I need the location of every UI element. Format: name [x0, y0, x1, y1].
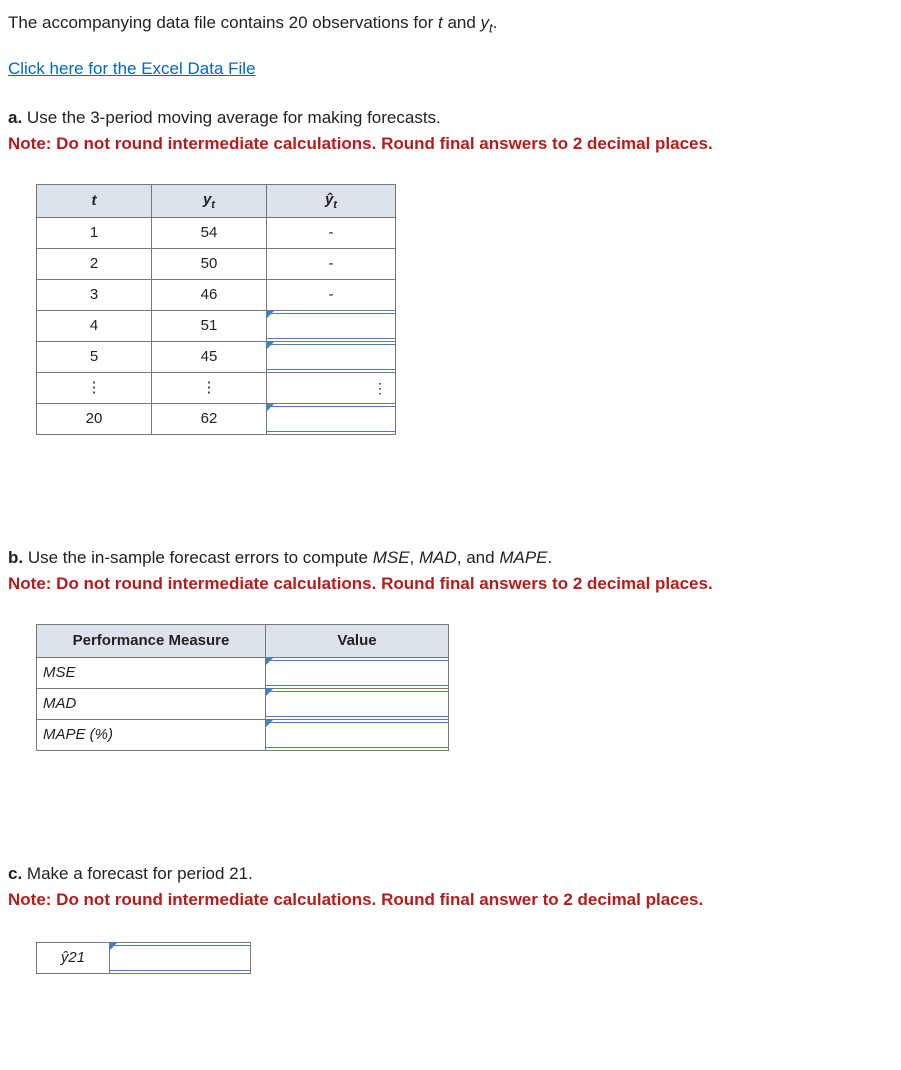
table-row: 3 46 -: [37, 280, 396, 311]
table-row: ⋮ ⋮ ⋮: [37, 373, 396, 404]
input-marker-icon: [266, 341, 275, 350]
yhat-input-20[interactable]: [267, 406, 395, 432]
table-row: MAD: [37, 689, 449, 720]
table-a: t yt ŷt 1 54 - 2 50 - 3 46 - 4 51: [36, 184, 396, 435]
header-performance-measure: Performance Measure: [37, 625, 266, 658]
mape-input[interactable]: [266, 722, 448, 748]
mad-input[interactable]: [266, 691, 448, 717]
table-row: MAPE (%): [37, 720, 449, 751]
header-t: t: [37, 185, 152, 218]
cell-yhat-input: [267, 342, 396, 373]
forecast-label: ŷ21: [37, 943, 110, 974]
cell-yt: 50: [152, 249, 267, 280]
cell-yhat: -: [267, 280, 396, 311]
header-value: Value: [266, 625, 449, 658]
cell-t: 3: [37, 280, 152, 311]
forecast-input-cell: [110, 943, 251, 974]
input-marker-icon: [265, 657, 274, 666]
table-b: Performance Measure Value MSE MAD MAPE (…: [36, 624, 449, 751]
cell-t: 2: [37, 249, 152, 280]
yhat-input-5[interactable]: [267, 344, 395, 370]
cell-yhat: -: [267, 218, 396, 249]
cell-yt: 54: [152, 218, 267, 249]
cell-yt-vdot: ⋮: [152, 373, 267, 404]
cell-value-input: [266, 658, 449, 689]
mse-input[interactable]: [266, 660, 448, 686]
intro-text: The accompanying data file contains 20 o…: [8, 10, 893, 38]
input-marker-icon: [265, 719, 274, 728]
header-yhat: ŷt: [267, 185, 396, 218]
input-marker-icon: [109, 942, 118, 951]
part-c-note: Note: Do not round intermediate calculat…: [8, 890, 703, 909]
cell-yhat: -: [267, 249, 396, 280]
cell-yt: 62: [152, 404, 267, 435]
excel-data-link[interactable]: Click here for the Excel Data File: [8, 56, 256, 82]
table-row: 20 62: [37, 404, 396, 435]
part-b-prompt: b. Use the in-sample forecast errors to …: [8, 545, 893, 596]
part-a-note: Note: Do not round intermediate calculat…: [8, 134, 713, 153]
cell-t: 4: [37, 311, 152, 342]
cell-measure-label: MSE: [37, 658, 266, 689]
header-yt: yt: [152, 185, 267, 218]
cell-yhat-input: [267, 404, 396, 435]
cell-yhat-vdot: ⋮: [267, 373, 396, 404]
input-marker-icon: [266, 310, 275, 319]
table-row: 5 45: [37, 342, 396, 373]
cell-t: 1: [37, 218, 152, 249]
part-a-prompt: a. Use the 3-period moving average for m…: [8, 105, 893, 156]
table-row: 2 50 -: [37, 249, 396, 280]
section-a: a. Use the 3-period moving average for m…: [8, 105, 893, 435]
cell-measure-label: MAPE (%): [37, 720, 266, 751]
input-marker-icon: [265, 688, 274, 697]
cell-yt: 51: [152, 311, 267, 342]
part-b-note: Note: Do not round intermediate calculat…: [8, 574, 713, 593]
cell-t-vdot: ⋮: [37, 373, 152, 404]
table-row: ŷ21: [37, 943, 251, 974]
cell-t: 20: [37, 404, 152, 435]
table-row: MSE: [37, 658, 449, 689]
cell-value-input: [266, 689, 449, 720]
section-c: c. Make a forecast for period 21. Note: …: [8, 861, 893, 974]
table-c: ŷ21: [36, 942, 251, 974]
cell-t: 5: [37, 342, 152, 373]
table-row: 1 54 -: [37, 218, 396, 249]
part-c-prompt: c. Make a forecast for period 21. Note: …: [8, 861, 893, 912]
cell-measure-label: MAD: [37, 689, 266, 720]
cell-yt: 46: [152, 280, 267, 311]
cell-yhat-input: [267, 311, 396, 342]
cell-value-input: [266, 720, 449, 751]
section-b: b. Use the in-sample forecast errors to …: [8, 545, 893, 751]
forecast-y21-input[interactable]: [110, 945, 250, 971]
input-marker-icon: [266, 403, 275, 412]
yhat-input-4[interactable]: [267, 313, 395, 339]
cell-yt: 45: [152, 342, 267, 373]
table-row: 4 51: [37, 311, 396, 342]
